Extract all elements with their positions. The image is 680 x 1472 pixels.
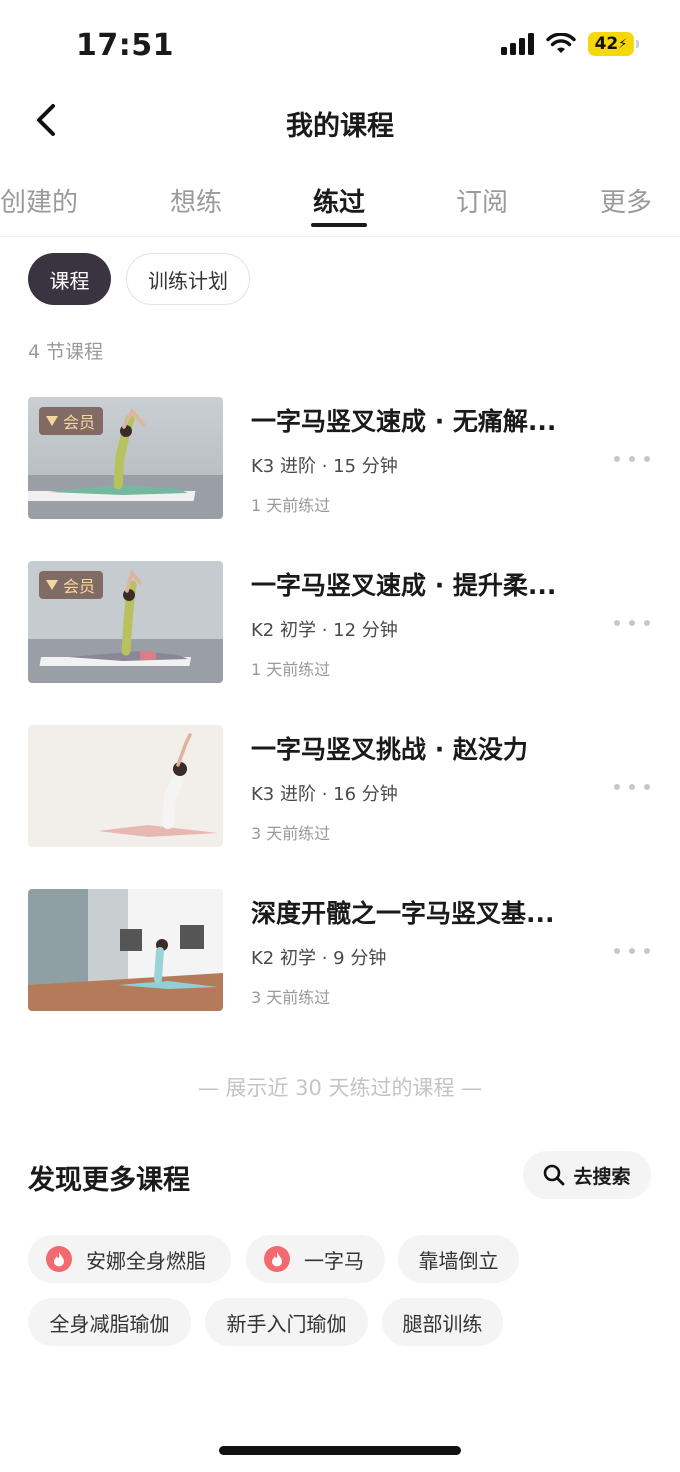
course-item[interactable]: 深度开髋之一字马竖叉基... K2 初学 · 9 分钟 3 天前练过 <box>28 889 658 1013</box>
tag-wall-handstand[interactable]: 靠墙倒立 <box>398 1235 519 1283</box>
more-options-icon[interactable] <box>614 939 650 963</box>
fire-icon <box>46 1246 72 1272</box>
course-title: 深度开髋之一字马竖叉基... <box>251 899 555 928</box>
tag-beginner-yoga[interactable]: 新手入门瑜伽 <box>205 1298 368 1346</box>
tab-want-to-practice[interactable]: 想练 <box>170 182 222 219</box>
tab-more[interactable]: 更多 <box>600 182 652 219</box>
tag-full-body-yoga[interactable]: 全身减脂瑜伽 <box>28 1298 191 1346</box>
tab-created[interactable]: 创建的 <box>0 182 78 219</box>
search-button[interactable]: 去搜索 <box>523 1151 651 1199</box>
vip-badge: 会员 <box>39 571 104 599</box>
course-item[interactable]: 会员 一字马竖叉速成 · 无痛解... K3 进阶 · 15 分钟 1 天前练过 <box>28 397 658 521</box>
vip-badge: 会员 <box>39 407 104 435</box>
course-last-practiced: 3 天前练过 <box>251 988 331 1007</box>
tab-subscribed[interactable]: 订阅 <box>456 182 508 219</box>
course-last-practiced: 1 天前练过 <box>251 496 331 515</box>
cellular-signal-icon <box>501 33 534 55</box>
segment-training-plan[interactable]: 训练计划 <box>126 253 250 305</box>
status-bar: 17:51 42 ⚡ <box>0 0 680 90</box>
course-item[interactable]: 会员 一字马竖叉速成 · 提升柔... K2 初学 · 12 分钟 1 天前练过 <box>28 561 658 685</box>
navigation-header: 我的课程 <box>0 90 680 152</box>
tab-practiced[interactable]: 练过 <box>313 182 365 219</box>
vip-icon <box>46 416 58 426</box>
discover-title: 发现更多课程 <box>28 1165 190 1196</box>
course-thumbnail: 会员 <box>28 397 223 519</box>
segment-courses[interactable]: 课程 <box>28 253 111 305</box>
course-title: 一字马竖叉速成 · 无痛解... <box>251 407 557 436</box>
more-options-icon[interactable] <box>614 775 650 799</box>
course-meta: K2 初学 · 12 分钟 <box>251 620 398 641</box>
fire-icon <box>264 1246 290 1272</box>
course-title: 一字马竖叉挑战 · 赵没力 <box>251 735 528 764</box>
status-icons: 42 ⚡ <box>501 32 639 56</box>
battery-icon: 42 ⚡ <box>588 32 639 56</box>
course-thumbnail <box>28 889 223 1011</box>
course-meta: K2 初学 · 9 分钟 <box>251 948 387 969</box>
home-indicator[interactable] <box>219 1446 461 1455</box>
battery-level: 42 <box>594 34 619 54</box>
course-title: 一字马竖叉速成 · 提升柔... <box>251 571 557 600</box>
vip-icon <box>46 580 58 590</box>
search-icon <box>544 1164 565 1186</box>
active-tab-indicator <box>311 223 367 227</box>
course-thumbnail: 会员 <box>28 561 223 683</box>
course-item[interactable]: 一字马竖叉挑战 · 赵没力 K3 进阶 · 16 分钟 3 天前练过 <box>28 725 658 849</box>
course-last-practiced: 1 天前练过 <box>251 660 331 679</box>
search-button-label: 去搜索 <box>573 1165 631 1188</box>
course-meta: K3 进阶 · 15 分钟 <box>251 456 398 477</box>
tab-bar: 创建的 想练 练过 订阅 更多 <box>0 176 680 236</box>
course-last-practiced: 3 天前练过 <box>251 824 331 843</box>
tag-leg-training[interactable]: 腿部训练 <box>382 1298 503 1346</box>
wifi-icon <box>546 33 576 53</box>
course-count: 4 节课程 <box>28 341 104 363</box>
more-options-icon[interactable] <box>614 447 650 471</box>
divider <box>0 236 680 237</box>
course-thumbnail <box>28 725 223 847</box>
history-range-note: — 展示近 30 天练过的课程 — <box>197 1076 483 1100</box>
more-options-icon[interactable] <box>614 611 650 635</box>
status-time: 17:51 <box>76 28 174 63</box>
course-meta: K3 进阶 · 16 分钟 <box>251 784 398 805</box>
page-title: 我的课程 <box>286 111 394 142</box>
tag-anna-fat-burn[interactable]: 安娜全身燃脂 <box>28 1235 231 1283</box>
tag-splits[interactable]: 一字马 <box>246 1235 385 1283</box>
